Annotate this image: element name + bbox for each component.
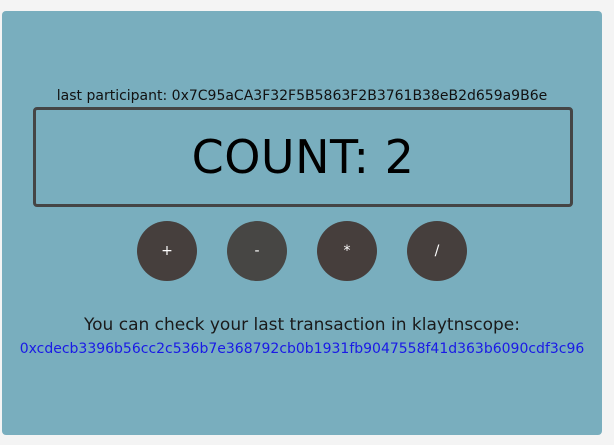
operation-buttons: + - * /: [2, 221, 602, 281]
divide-button[interactable]: /: [407, 221, 467, 281]
transaction-hash-link[interactable]: 0xcdecb3396b56cc2c536b7e368792cb0b1931fb…: [2, 341, 602, 357]
transaction-label: You can check your last transaction in k…: [84, 315, 520, 335]
counter-panel: last participant: 0x7C95aCA3F32F5B5863F2…: [2, 11, 602, 435]
count-value: COUNT: 2: [191, 130, 415, 184]
count-display-box: COUNT: 2: [33, 107, 573, 207]
last-participant-text: last participant: 0x7C95aCA3F32F5B5863F2…: [56, 88, 548, 104]
minus-button[interactable]: -: [227, 221, 287, 281]
plus-button[interactable]: +: [137, 221, 197, 281]
multiply-button[interactable]: *: [317, 221, 377, 281]
